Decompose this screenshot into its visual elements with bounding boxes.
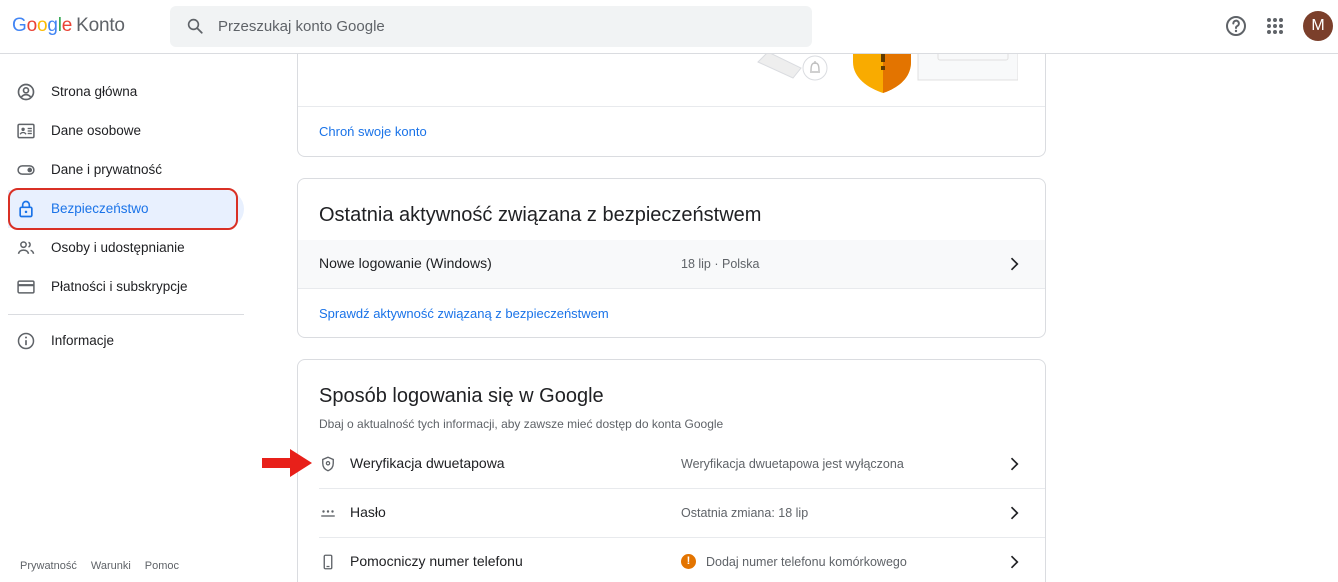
logo-letter: e [61, 15, 73, 36]
top-bar: GoogleKonto M [0, 0, 1338, 54]
logo-letter: o [36, 15, 48, 36]
row-value: Ostatnia zmiana: 18 lip [681, 506, 809, 520]
row-label: Hasło [350, 504, 386, 520]
account-circle-icon [17, 83, 35, 101]
logo-letter: g [47, 15, 58, 36]
apps-grid-icon[interactable] [1263, 14, 1287, 38]
chevron-right-icon [1010, 555, 1019, 569]
card-title: Sposób logowania się w Google [319, 385, 604, 407]
card-title: Ostatnia aktywność związana z bezpieczeń… [319, 204, 762, 226]
phone-icon [323, 554, 333, 570]
sidebar-item-label: Dane i prywatność [51, 162, 163, 177]
card-divider [298, 288, 1045, 289]
row-recovery-phone[interactable]: Pomocniczy numer telefonu ! Dodaj numer … [298, 538, 1045, 582]
row-label: Weryfikacja dwuetapowa [350, 455, 505, 471]
sidebar-nav: Strona główna Dane osobowe Dane i prywat… [0, 54, 250, 582]
signin-methods-card: Sposób logowania się w Google Dbaj o akt… [297, 359, 1046, 582]
activity-label: Nowe logowanie (Windows) [319, 255, 492, 271]
help-icon[interactable] [1224, 14, 1248, 38]
toggle-icon [17, 165, 35, 175]
warning-icon: ! [681, 554, 696, 569]
sidebar-item-label: Płatności i subskrypcje [51, 279, 188, 294]
people-icon [17, 241, 35, 255]
credit-card-icon [17, 280, 35, 294]
row-password[interactable]: Hasło Ostatnia zmiana: 18 lip [298, 489, 1045, 537]
row-value: Weryfikacja dwuetapowa jest wyłączona [681, 457, 904, 471]
card-subtitle: Dbaj o aktualność tych informacji, aby z… [319, 417, 724, 431]
annotation-highlight-ring [8, 188, 238, 230]
footer-link-privacy[interactable]: Prywatność [20, 560, 77, 572]
sidebar-footer: Prywatność Warunki Pomoc [20, 560, 193, 572]
sidebar-item-people-sharing[interactable]: Osoby i udostępnianie [8, 229, 244, 267]
avatar[interactable]: M [1303, 11, 1333, 41]
sidebar-item-personal-info[interactable]: Dane osobowe [8, 112, 244, 150]
row-label: Pomocniczy numer telefonu [350, 553, 523, 569]
sidebar-item-home[interactable]: Strona główna [8, 73, 244, 111]
protect-account-card: Chroń swoje konto [297, 40, 1046, 157]
sidebar-item-about[interactable]: Informacje [8, 322, 244, 360]
annotation-arrow-icon [262, 449, 312, 477]
info-icon [17, 332, 35, 350]
product-name: Konto [76, 15, 125, 36]
logo-letter: G [12, 15, 27, 36]
row-value: Dodaj numer telefonu komórkowego [706, 555, 907, 569]
google-konto-logo[interactable]: Google Konto [12, 15, 125, 37]
chevron-right-icon [1010, 457, 1019, 471]
shield-icon [322, 456, 334, 472]
card-divider [298, 106, 1045, 107]
protect-account-link[interactable]: Chroń swoje konto [319, 124, 427, 139]
logo-letter: o [26, 15, 38, 36]
sidebar-item-label: Dane osobowe [51, 123, 142, 138]
sidebar-item-label: Strona główna [51, 84, 138, 99]
id-card-icon [17, 123, 35, 139]
row-two-step-verification[interactable]: Weryfikacja dwuetapowa Weryfikacja dwuet… [298, 440, 1045, 488]
recent-activity-card: Ostatnia aktywność związana z bezpieczeń… [297, 178, 1046, 338]
sidebar-item-payments[interactable]: Płatności i subskrypcje [8, 268, 244, 306]
footer-link-terms[interactable]: Warunki [91, 560, 131, 572]
search-bar[interactable] [170, 6, 812, 47]
sidebar-item-label: Osoby i udostępnianie [51, 240, 185, 255]
search-input[interactable] [218, 6, 798, 47]
chevron-right-icon [1010, 506, 1019, 520]
activity-row-new-login[interactable]: Nowe logowanie (Windows) 18 lip · Polska [298, 240, 1045, 288]
activity-date-location: 18 lip · Polska [681, 257, 760, 271]
footer-link-help[interactable]: Pomoc [145, 560, 179, 572]
sidebar-divider [8, 314, 244, 315]
chevron-right-icon [1010, 257, 1019, 271]
search-icon[interactable] [186, 17, 204, 35]
sidebar-item-label: Informacje [51, 333, 115, 348]
review-activity-link[interactable]: Sprawdź aktywność związaną z bezpieczeńs… [319, 306, 609, 321]
sidebar-item-data-privacy[interactable]: Dane i prywatność [8, 151, 244, 189]
password-dots-icon [321, 510, 335, 517]
